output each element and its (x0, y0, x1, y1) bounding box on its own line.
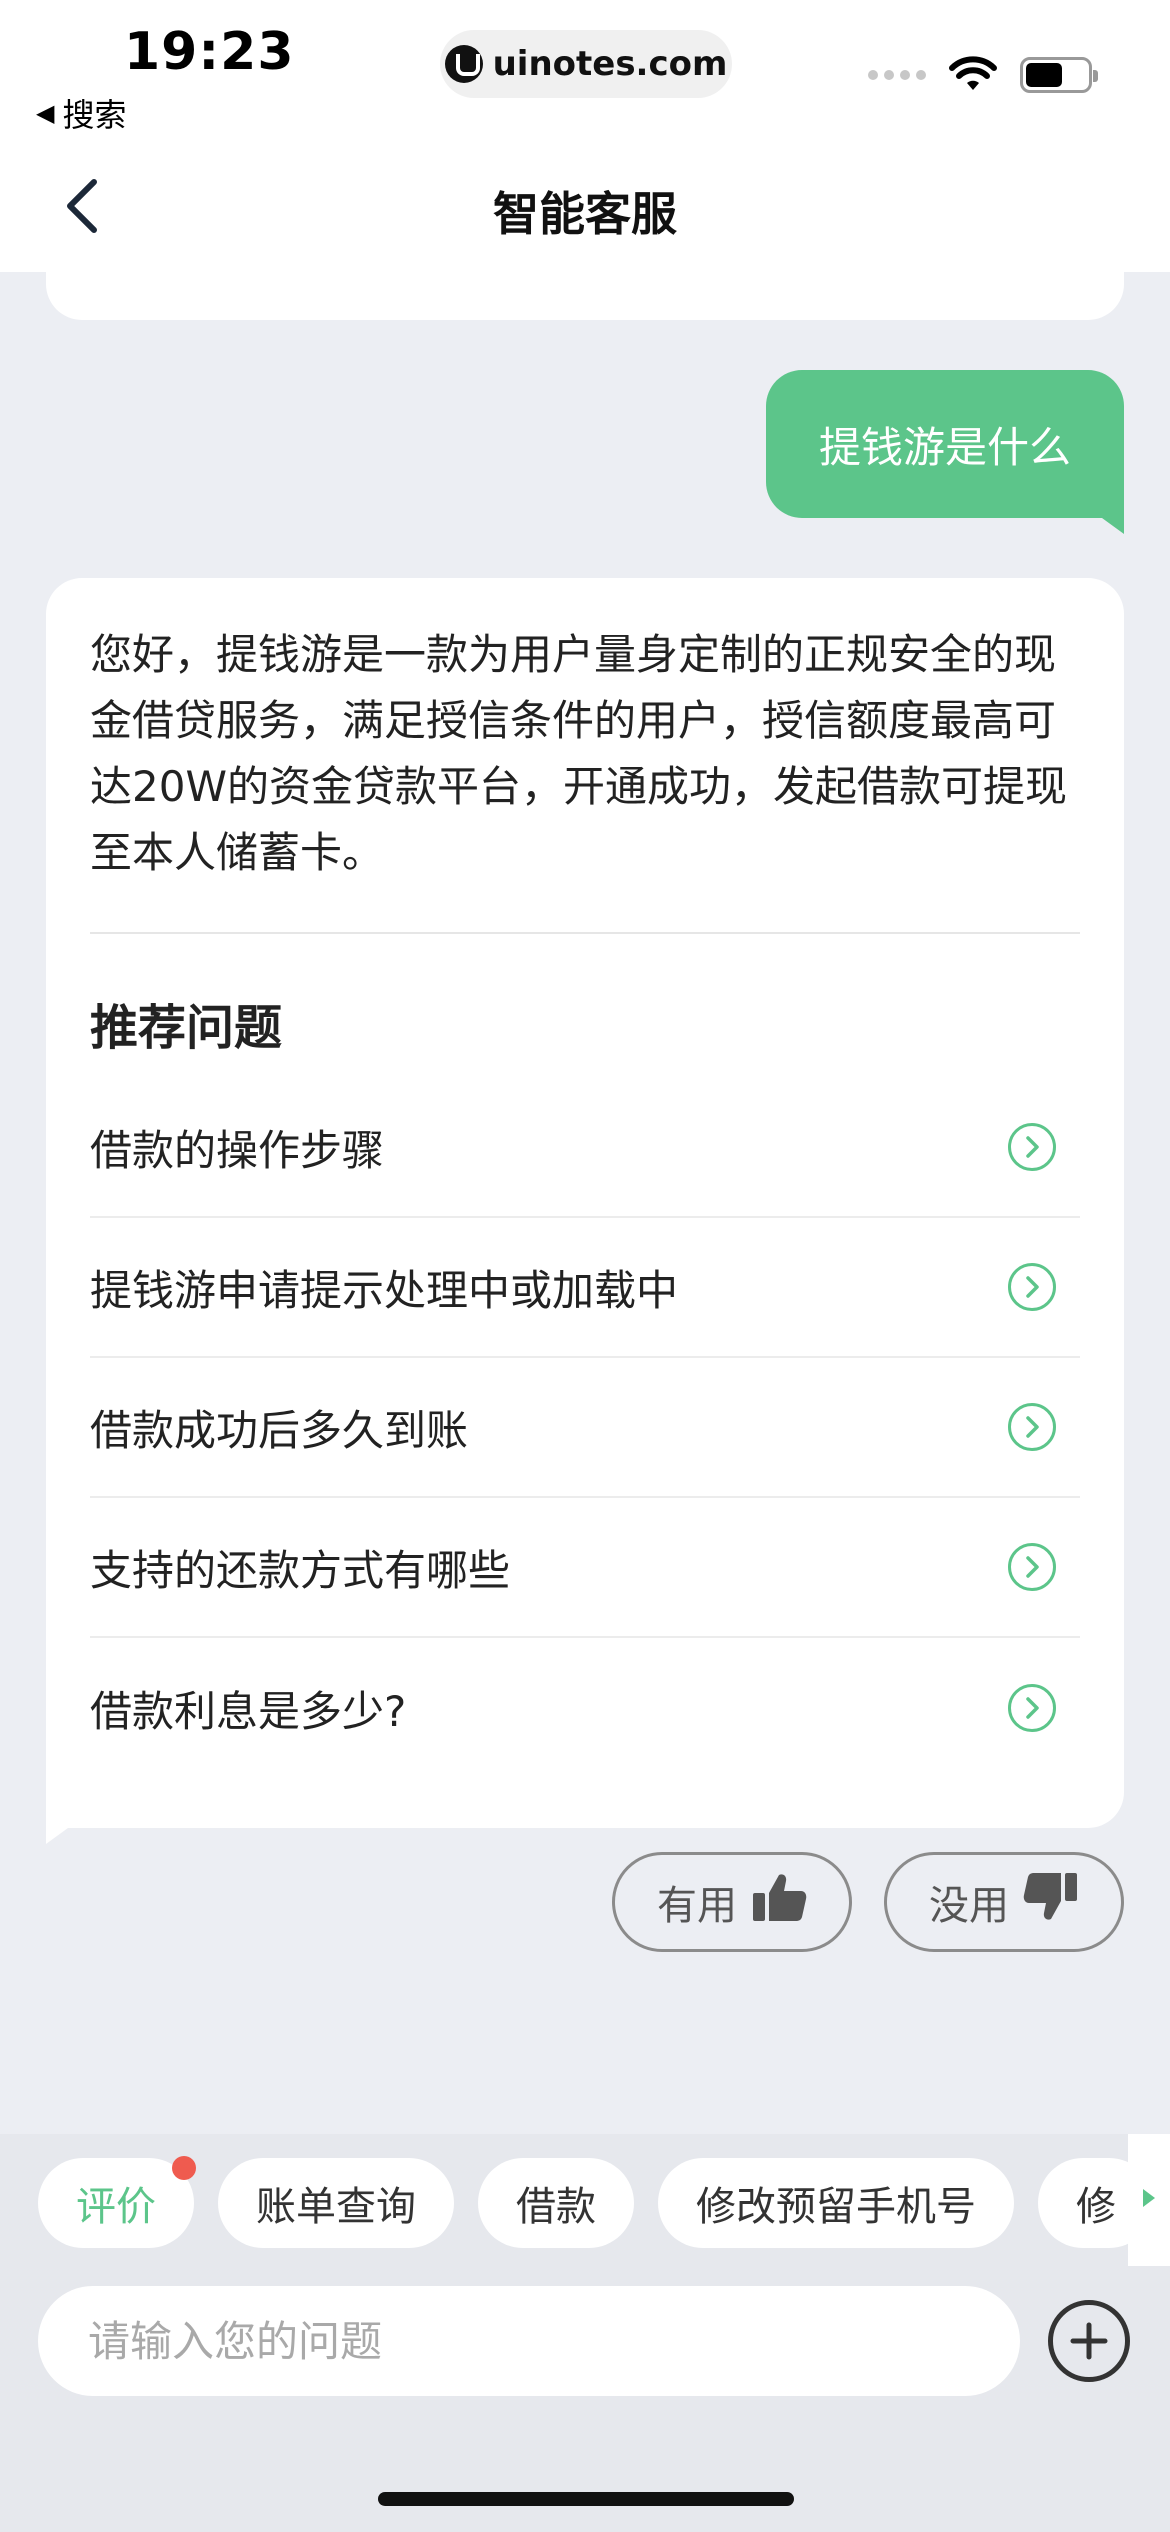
site-logo-icon (444, 45, 483, 83)
feedback-row: 有用 没用 (612, 1852, 1124, 1952)
status-indicators (868, 56, 1098, 94)
chip-rate[interactable]: 评价 (38, 2156, 196, 2248)
chip-label: 评价 (76, 2184, 156, 2230)
recommend-item-label: 借款利息是多少? (90, 1686, 407, 1736)
wifi-icon (948, 56, 998, 94)
plus-circle-icon[interactable] (1048, 2300, 1130, 2382)
quick-chips: 评价 账单查询 借款 修改预留手机号 修 (38, 2156, 1154, 2248)
useful-label: 有用 (657, 1883, 737, 1929)
back-app-label: 搜索 (62, 96, 127, 134)
recommend-item-label: 借款成功后多久到账 (90, 1405, 469, 1455)
chip-label: 借款 (516, 2184, 596, 2230)
triangle-right-icon (1141, 2187, 1157, 2213)
recommend-title: 推荐问题 (90, 1000, 283, 1056)
recommend-item[interactable]: 借款利息是多少? (90, 1638, 1080, 1778)
chip-label: 修改预留手机号 (696, 2184, 976, 2230)
user-message-bubble: 提钱游是什么 (766, 370, 1124, 534)
chevron-right-circle-icon (1008, 1403, 1056, 1451)
chips-scroll-right[interactable] (1128, 2134, 1170, 2266)
divider (90, 932, 1080, 934)
chip-label: 修 (1076, 2184, 1116, 2230)
chevron-right-circle-icon (1008, 1684, 1056, 1732)
recommend-item[interactable]: 支持的还款方式有哪些 (90, 1498, 1080, 1638)
battery-icon (1020, 57, 1098, 93)
home-indicator[interactable] (378, 2492, 794, 2506)
chip-borrow[interactable]: 借款 (478, 2158, 634, 2248)
chip-label: 账单查询 (256, 2184, 416, 2230)
recommend-item-label: 提钱游申请提示处理中或加载中 (90, 1265, 679, 1315)
back-to-app[interactable]: ◀ 搜索 (36, 90, 126, 136)
page-title: 智能客服 (493, 187, 677, 241)
recommend-list: 借款的操作步骤 提钱游申请提示处理中或加载中 借款成功后多久到账 支持的还款方式… (90, 1078, 1080, 1778)
recommend-item[interactable]: 借款的操作步骤 (90, 1078, 1080, 1218)
chip-bill-query[interactable]: 账单查询 (218, 2158, 454, 2248)
useless-label: 没用 (929, 1883, 1009, 1929)
useful-button[interactable]: 有用 (612, 1852, 852, 1952)
bot-answer-text: 您好，提钱游是一款为用户量身定制的正规安全的现金借贷服务，满足授信条件的用户，授… (90, 630, 1067, 877)
signal-icon (868, 70, 926, 80)
previous-message-card (46, 272, 1124, 320)
header: 19:23 ◀ 搜索 uinotes.com 智能客服 (0, 0, 1170, 272)
notification-dot (172, 2156, 196, 2180)
recommend-item-label: 借款的操作步骤 (90, 1125, 385, 1175)
thumbs-down-icon (1023, 1871, 1079, 1933)
useless-button[interactable]: 没用 (884, 1852, 1124, 1952)
url-text: uinotes.com (492, 44, 728, 84)
bot-answer-card: 您好，提钱游是一款为用户量身定制的正规安全的现金借贷服务，满足授信条件的用户，授… (46, 578, 1124, 1844)
status-time: 19:23 (124, 22, 295, 82)
recommend-item-label: 支持的还款方式有哪些 (90, 1545, 511, 1595)
chevron-right-circle-icon (1008, 1263, 1056, 1311)
recommend-item[interactable]: 借款成功后多久到账 (90, 1358, 1080, 1498)
thumbs-up-icon (751, 1871, 807, 1933)
question-input[interactable] (38, 2286, 1020, 2396)
url-pill[interactable]: uinotes.com (440, 30, 732, 98)
recommend-item[interactable]: 提钱游申请提示处理中或加载中 (90, 1218, 1080, 1358)
triangle-left-icon: ◀ (36, 99, 55, 127)
chevron-right-circle-icon (1008, 1123, 1056, 1171)
chip-modify-phone[interactable]: 修改预留手机号 (658, 2158, 1014, 2248)
chevron-right-circle-icon (1008, 1543, 1056, 1591)
